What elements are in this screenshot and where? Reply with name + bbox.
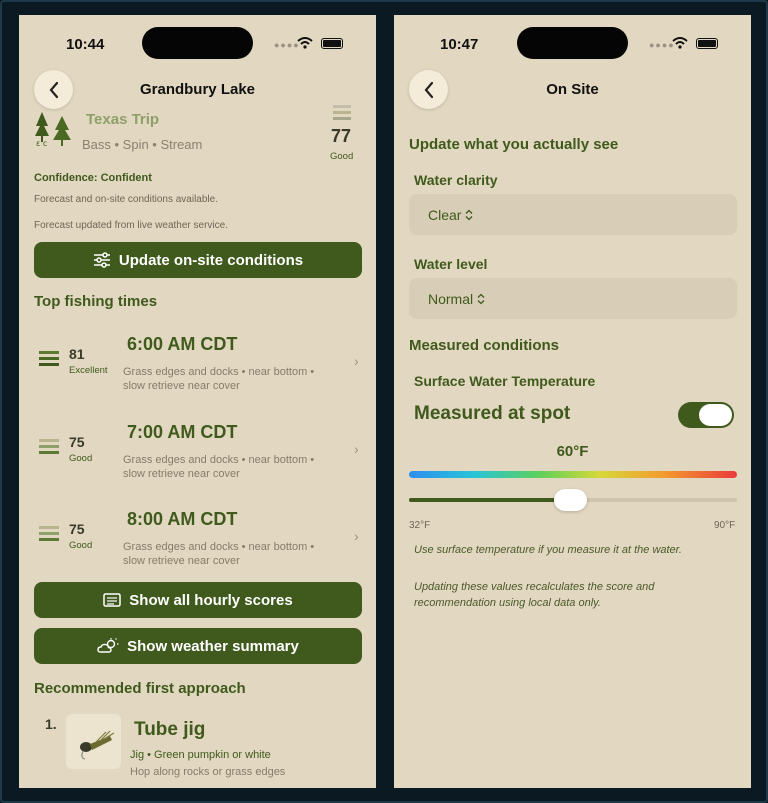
slot-desc-line1: Grass edges and docks • near bottom • bbox=[123, 541, 315, 553]
surface-temp-label: Surface Water Temperature bbox=[414, 373, 596, 389]
show-weather-summary-label: Show weather summary bbox=[127, 637, 299, 655]
update-heading: Update what you actually see bbox=[409, 136, 619, 153]
header-score: 77 bbox=[331, 126, 352, 146]
slot-time: 8:00 AM CDT bbox=[127, 509, 238, 529]
temp-min-label: 32°F bbox=[409, 520, 431, 531]
score-bars-icon bbox=[39, 526, 59, 541]
lure-tip: Hop along rocks or grass edges bbox=[130, 766, 286, 778]
header-score-label: Good bbox=[330, 151, 354, 162]
slot-time: 7:00 AM CDT bbox=[127, 422, 238, 442]
chevron-right-icon: › bbox=[354, 441, 359, 457]
dynamic-island bbox=[142, 27, 253, 59]
slider-fill bbox=[409, 498, 571, 502]
signal-icon: ●●●● bbox=[649, 40, 675, 50]
water-clarity-value: Clear bbox=[428, 206, 462, 223]
lake-detail-screen: 10:44 ●●●● Grandbury Lake ε c Texas Trip… bbox=[19, 15, 376, 788]
signal-icon: ●●●● bbox=[274, 40, 300, 50]
trees-logo-icon: ε c bbox=[35, 112, 71, 148]
update-conditions-button[interactable]: Update on-site conditions bbox=[34, 242, 362, 278]
temp-hint: Use surface temperature if you measure i… bbox=[414, 544, 682, 556]
slider-thumb[interactable] bbox=[554, 489, 587, 511]
slot-score: 75 bbox=[69, 521, 85, 537]
toggle-knob bbox=[699, 404, 732, 426]
measured-at-spot-toggle[interactable] bbox=[678, 402, 734, 428]
update-conditions-label: Update on-site conditions bbox=[118, 251, 304, 269]
time-slot-row[interactable]: 75 Good 7:00 AM CDT Grass edges and dock… bbox=[19, 415, 376, 487]
temperature-slider[interactable] bbox=[409, 489, 737, 511]
lure-detail: Jig • Green pumpkin or white bbox=[130, 749, 271, 761]
time-slot-row[interactable]: 75 Good 8:00 AM CDT Grass edges and dock… bbox=[19, 502, 376, 574]
slot-desc-line1: Grass edges and docks • near bottom • bbox=[123, 454, 315, 466]
slot-time: 6:00 AM CDT bbox=[127, 334, 238, 354]
water-level-value: Normal bbox=[428, 290, 474, 307]
page-title: On Site bbox=[546, 81, 599, 98]
time-slot-row[interactable]: 81 Excellent 6:00 AM CDT Grass edges and… bbox=[19, 327, 376, 399]
lure-name: Tube jig bbox=[134, 719, 206, 740]
water-level-select[interactable]: Normal bbox=[409, 278, 737, 319]
chevron-updown-icon bbox=[466, 209, 473, 220]
confidence-text: Confidence: Confident bbox=[34, 172, 152, 184]
slot-desc-line2: slow retrieve near cover bbox=[123, 468, 240, 480]
show-weather-summary-button[interactable]: Show weather summary bbox=[34, 628, 362, 664]
score-bars-icon bbox=[39, 351, 59, 366]
recalc-note-line2: recommendation using local data only. bbox=[414, 597, 601, 609]
tube-jig-icon bbox=[80, 730, 115, 760]
list-icon bbox=[103, 593, 122, 607]
svg-text:ε c: ε c bbox=[36, 139, 47, 148]
slot-desc-line2: slow retrieve near cover bbox=[123, 380, 240, 392]
show-hourly-scores-button[interactable]: Show all hourly scores bbox=[34, 582, 362, 618]
page-title: Grandbury Lake bbox=[139, 81, 256, 98]
weather-icon bbox=[97, 638, 119, 653]
dynamic-island bbox=[517, 27, 628, 59]
slot-score: 81 bbox=[69, 346, 85, 362]
slot-desc-line2: slow retrieve near cover bbox=[123, 555, 240, 567]
chevron-updown-icon bbox=[477, 293, 485, 304]
status-time: 10:47 bbox=[440, 36, 479, 53]
measured-at-spot-label: Measured at spot bbox=[414, 403, 571, 424]
wifi-icon bbox=[672, 37, 688, 49]
temperature-gradient-bar bbox=[409, 471, 737, 478]
chevron-right-icon: › bbox=[354, 353, 359, 369]
status-time: 10:44 bbox=[66, 36, 105, 53]
species-list: Bass • Spin • Stream bbox=[82, 137, 203, 152]
recalc-note-line1: Updating these values recalculates the s… bbox=[414, 581, 655, 593]
approach-index: 1. bbox=[45, 716, 57, 732]
trip-name: Texas Trip bbox=[86, 111, 160, 128]
show-hourly-scores-label: Show all hourly scores bbox=[129, 591, 293, 609]
wifi-icon bbox=[297, 37, 313, 49]
temp-max-label: 90°F bbox=[714, 520, 736, 531]
sliders-icon bbox=[93, 252, 110, 268]
water-level-label: Water level bbox=[414, 256, 488, 272]
forecast-note: Forecast and on-site conditions availabl… bbox=[34, 194, 218, 205]
lure-image bbox=[66, 714, 121, 769]
on-site-screen: 10:47 ●●●● On Site Update what you actua… bbox=[394, 15, 751, 788]
chevron-right-icon: › bbox=[354, 528, 359, 544]
slot-score-label: Good bbox=[69, 453, 93, 464]
slot-score: 75 bbox=[69, 434, 85, 450]
water-clarity-label: Water clarity bbox=[414, 172, 498, 188]
score-bars-icon bbox=[39, 439, 59, 454]
score-bars-icon bbox=[333, 105, 351, 120]
slot-score-label: Good bbox=[69, 540, 93, 551]
top-times-heading: Top fishing times bbox=[34, 293, 158, 310]
battery-icon bbox=[696, 38, 718, 49]
battery-icon bbox=[321, 38, 343, 49]
measured-heading: Measured conditions bbox=[409, 337, 560, 354]
forecast-updated: Forecast updated from live weather servi… bbox=[34, 220, 228, 231]
temperature-value: 60°F bbox=[556, 443, 589, 460]
slot-desc-line1: Grass edges and docks • near bottom • bbox=[123, 366, 315, 378]
slot-score-label: Excellent bbox=[69, 365, 108, 376]
water-clarity-select[interactable]: Clear bbox=[409, 194, 737, 235]
approach-heading: Recommended first approach bbox=[34, 680, 246, 697]
